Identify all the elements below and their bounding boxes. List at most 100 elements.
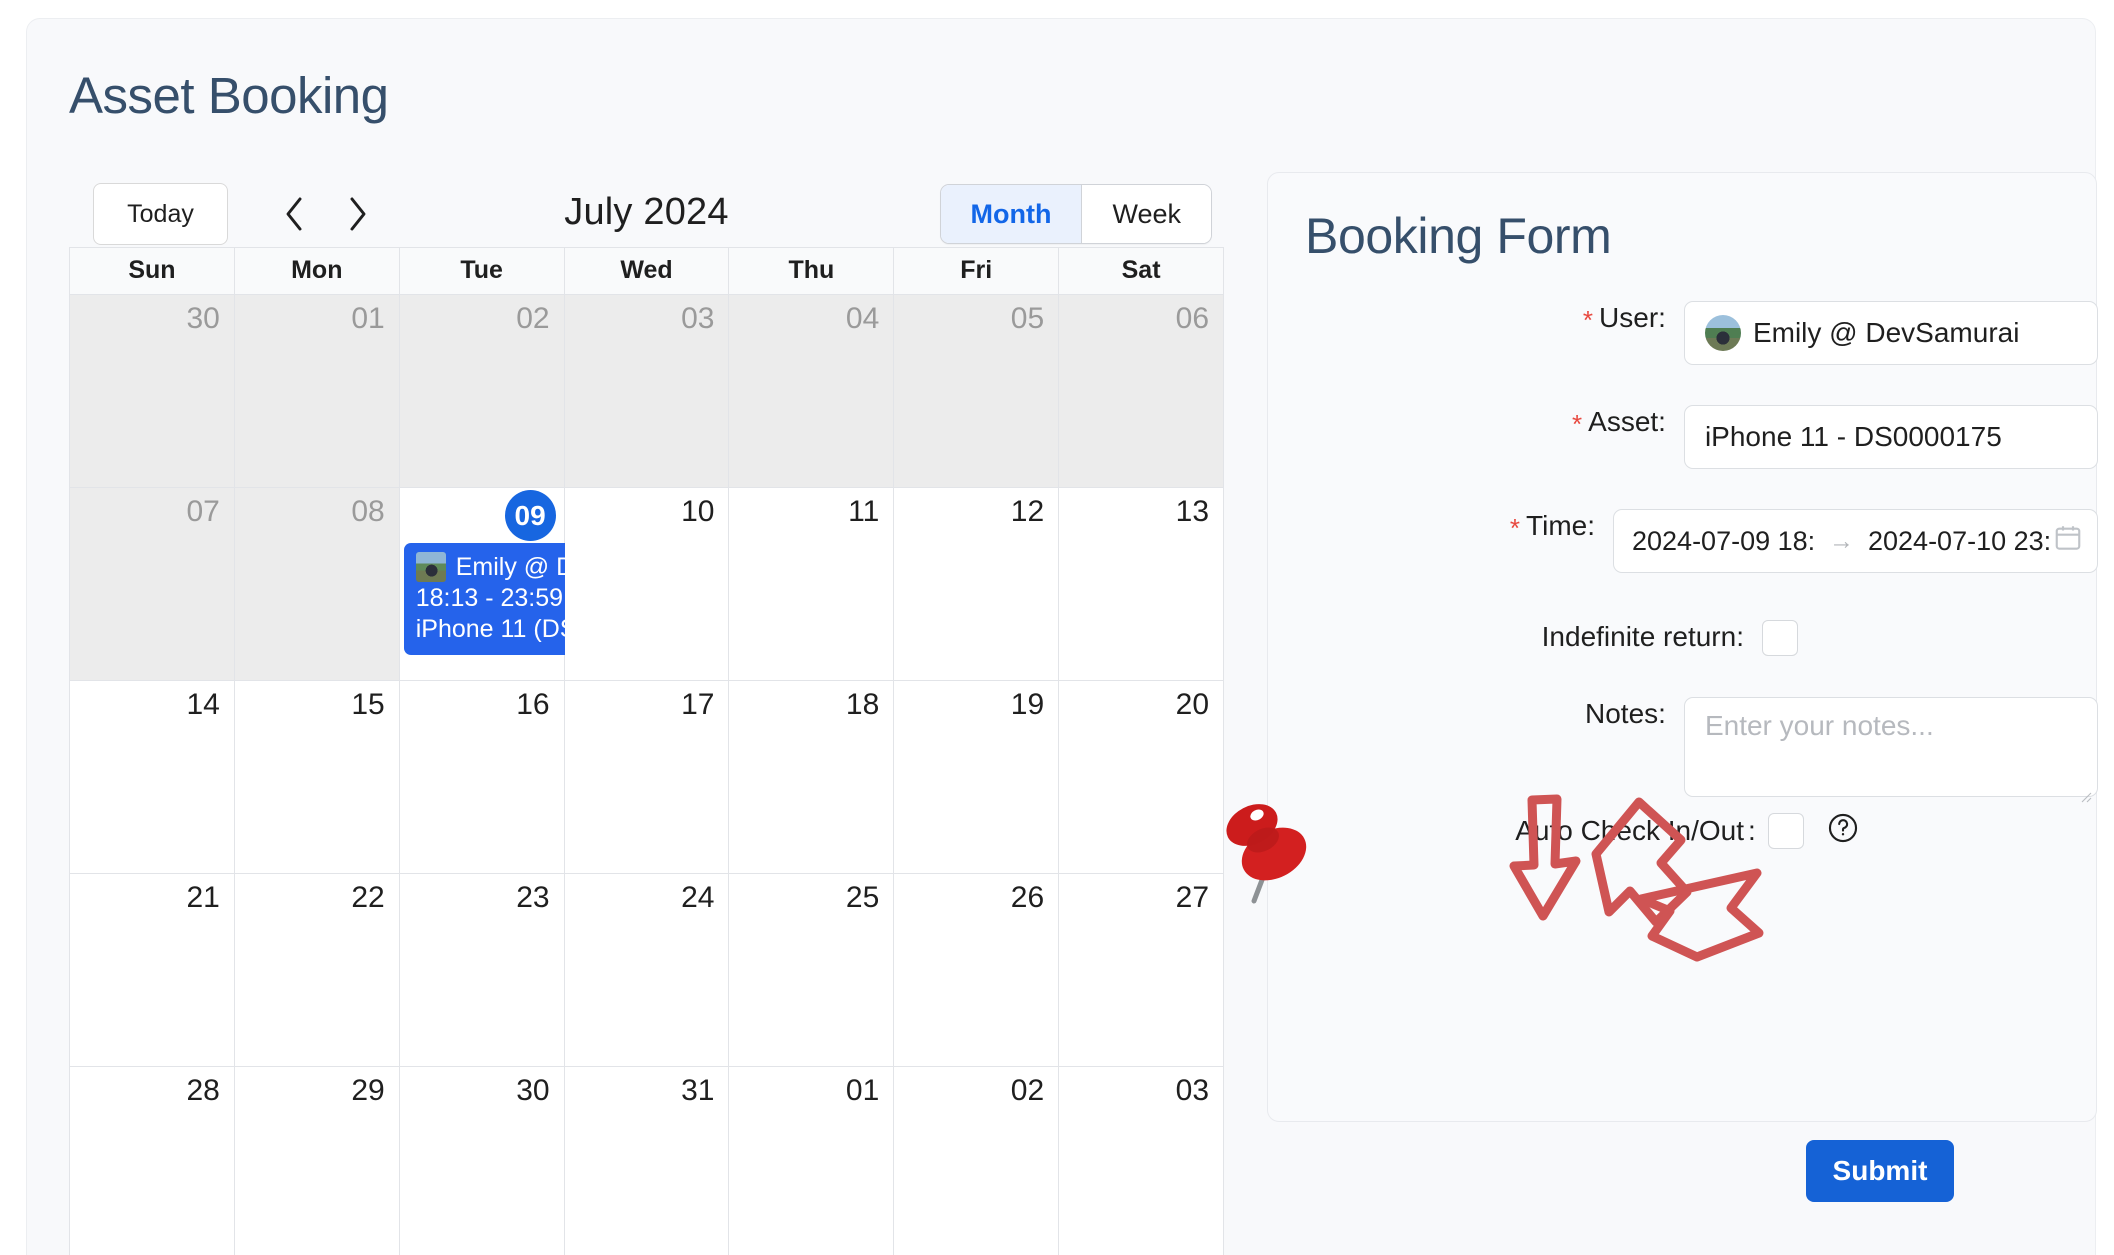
time-field-label: * Time: xyxy=(1268,509,1613,544)
day-number: 17 xyxy=(681,688,715,721)
page-title: Asset Booking xyxy=(69,67,389,124)
auto-check-checkbox[interactable] xyxy=(1767,812,1804,849)
asset-input[interactable]: iPhone 11 - DS0000175 xyxy=(1683,405,2098,469)
resize-handle-icon[interactable] xyxy=(2078,778,2092,803)
day-cell[interactable]: 02 xyxy=(399,295,565,487)
day-cell[interactable]: 23 xyxy=(399,874,565,1066)
day-number: 20 xyxy=(1175,688,1210,721)
avatar xyxy=(415,552,446,582)
day-number: 05 xyxy=(1010,302,1045,335)
day-number: 07 xyxy=(186,495,220,528)
user-input-value: Emily @ DevSamurai xyxy=(1752,317,2020,348)
day-cell[interactable]: 05 xyxy=(894,295,1060,487)
day-number: 12 xyxy=(1010,495,1045,528)
day-cell[interactable]: 14 xyxy=(70,681,235,873)
day-number: 31 xyxy=(681,1074,715,1107)
day-cell[interactable]: 25 xyxy=(729,874,895,1066)
day-cell[interactable]: 08 xyxy=(234,488,400,680)
day-cell[interactable]: 30 xyxy=(70,295,235,487)
view-toggle: Month Week xyxy=(939,184,1212,244)
day-cell[interactable]: 30 xyxy=(399,1067,565,1255)
day-number: 02 xyxy=(516,302,550,335)
day-cell[interactable]: 17 xyxy=(564,681,730,873)
day-cell[interactable]: 26 xyxy=(894,874,1060,1066)
indefinite-return-checkbox[interactable] xyxy=(1762,620,1798,656)
day-number: 18 xyxy=(845,688,880,721)
day-cell[interactable]: 13 xyxy=(1059,488,1224,680)
day-cell[interactable]: 15 xyxy=(234,681,400,873)
time-end-value: 2024-07-10 23:59 xyxy=(1868,525,2051,556)
chevron-right-icon xyxy=(345,194,369,234)
weekday-header-sun: Sun xyxy=(70,248,235,294)
day-cell[interactable]: 19 xyxy=(894,681,1060,873)
day-number: 06 xyxy=(1175,302,1210,335)
user-label-text: User xyxy=(1599,302,1659,333)
day-cell[interactable]: 31 xyxy=(564,1067,730,1255)
asset-label-text: Asset xyxy=(1588,406,1659,437)
calendar-week-row: 14 15 16 17 18 19 20 xyxy=(70,681,1224,874)
day-cell[interactable]: 28 xyxy=(70,1067,235,1255)
day-cell[interactable]: 16 xyxy=(399,681,565,873)
user-input[interactable]: Emily @ DevSamurai xyxy=(1683,301,2098,365)
notes-textarea[interactable]: Enter your notes... xyxy=(1683,697,2098,803)
day-number: 14 xyxy=(186,688,220,721)
day-cell[interactable]: 11 xyxy=(729,488,895,680)
day-cell[interactable]: 24 xyxy=(564,874,730,1066)
weekday-header-tue: Tue xyxy=(400,248,565,294)
view-week-button[interactable]: Week xyxy=(1081,185,1211,243)
arrow-right-icon: → xyxy=(1829,526,1854,555)
day-cell[interactable]: 01 xyxy=(234,295,400,487)
day-cell[interactable]: 07 xyxy=(70,488,235,680)
submit-button[interactable]: Submit xyxy=(1806,1140,1954,1202)
weekday-header-fri: Fri xyxy=(894,248,1060,294)
day-cell[interactable]: 06 xyxy=(1059,295,1224,487)
prev-month-button[interactable] xyxy=(269,187,321,241)
day-number: 15 xyxy=(351,688,385,721)
view-month-button[interactable]: Month xyxy=(940,185,1082,243)
day-cell[interactable]: 22 xyxy=(234,874,400,1066)
booking-form-panel: Booking Form * User: Emily @ DevSamurai *… xyxy=(1267,172,2098,1202)
time-label-text: Time xyxy=(1526,510,1588,541)
day-cell[interactable]: 03 xyxy=(1059,1067,1224,1255)
auto-check-colon: : xyxy=(1748,814,1756,846)
required-marker: * xyxy=(1509,513,1521,543)
day-cell[interactable]: 01 xyxy=(729,1067,895,1255)
day-cell[interactable]: 29 xyxy=(234,1067,400,1255)
day-cell[interactable]: 20 xyxy=(1059,681,1224,873)
day-number-today: 09 xyxy=(504,490,556,541)
calendar-week-row: 07 08 09 Emily @ DevSamurai 18:13 - 23:5… xyxy=(70,488,1224,681)
next-month-button[interactable] xyxy=(331,187,383,241)
avatar xyxy=(1704,315,1741,351)
day-number: 23 xyxy=(516,881,550,914)
day-number: 21 xyxy=(186,881,220,914)
calendar-icon xyxy=(2053,523,2083,560)
day-cell[interactable]: 21 xyxy=(70,874,235,1066)
calendar-week-row: 30 01 02 03 04 05 06 xyxy=(70,295,1224,488)
day-cell[interactable]: 12 xyxy=(894,488,1060,680)
day-cell[interactable]: 10 xyxy=(564,488,730,680)
day-number: 29 xyxy=(351,1074,385,1107)
day-number: 28 xyxy=(186,1074,220,1107)
calendar-grid: Sun Mon Tue Wed Thu Fri Sat 30 01 02 03 … xyxy=(69,247,1224,1255)
day-cell[interactable]: 03 xyxy=(564,295,730,487)
day-cell[interactable]: 04 xyxy=(729,295,895,487)
day-number: 27 xyxy=(1175,881,1210,914)
day-cell[interactable]: 27 xyxy=(1059,874,1224,1066)
day-number: 03 xyxy=(681,302,715,335)
day-number: 11 xyxy=(848,495,880,528)
day-cell[interactable]: 18 xyxy=(729,681,895,873)
day-number: 10 xyxy=(681,495,715,528)
indefinite-return-colon: : xyxy=(1736,621,1744,652)
today-button[interactable]: Today xyxy=(93,183,228,245)
day-cell-today[interactable]: 09 Emily @ DevSamurai 18:13 - 23:59 iPho… xyxy=(399,488,701,680)
question-circle-icon[interactable] xyxy=(1826,811,1860,850)
day-cell[interactable]: 02 xyxy=(894,1067,1060,1255)
notes-colon: : xyxy=(1658,698,1666,729)
auto-check-label: Auto Check In/Out xyxy=(1268,813,1762,848)
weekday-header-thu: Thu xyxy=(729,248,895,294)
indefinite-return-label: Indefinite return: xyxy=(1268,620,1762,653)
day-number: 30 xyxy=(516,1074,550,1107)
time-range-input[interactable]: 2024-07-09 18:13 → 2024-07-10 23:59 xyxy=(1613,509,2098,573)
day-number: 13 xyxy=(1175,495,1210,528)
day-number: 01 xyxy=(845,1074,880,1107)
